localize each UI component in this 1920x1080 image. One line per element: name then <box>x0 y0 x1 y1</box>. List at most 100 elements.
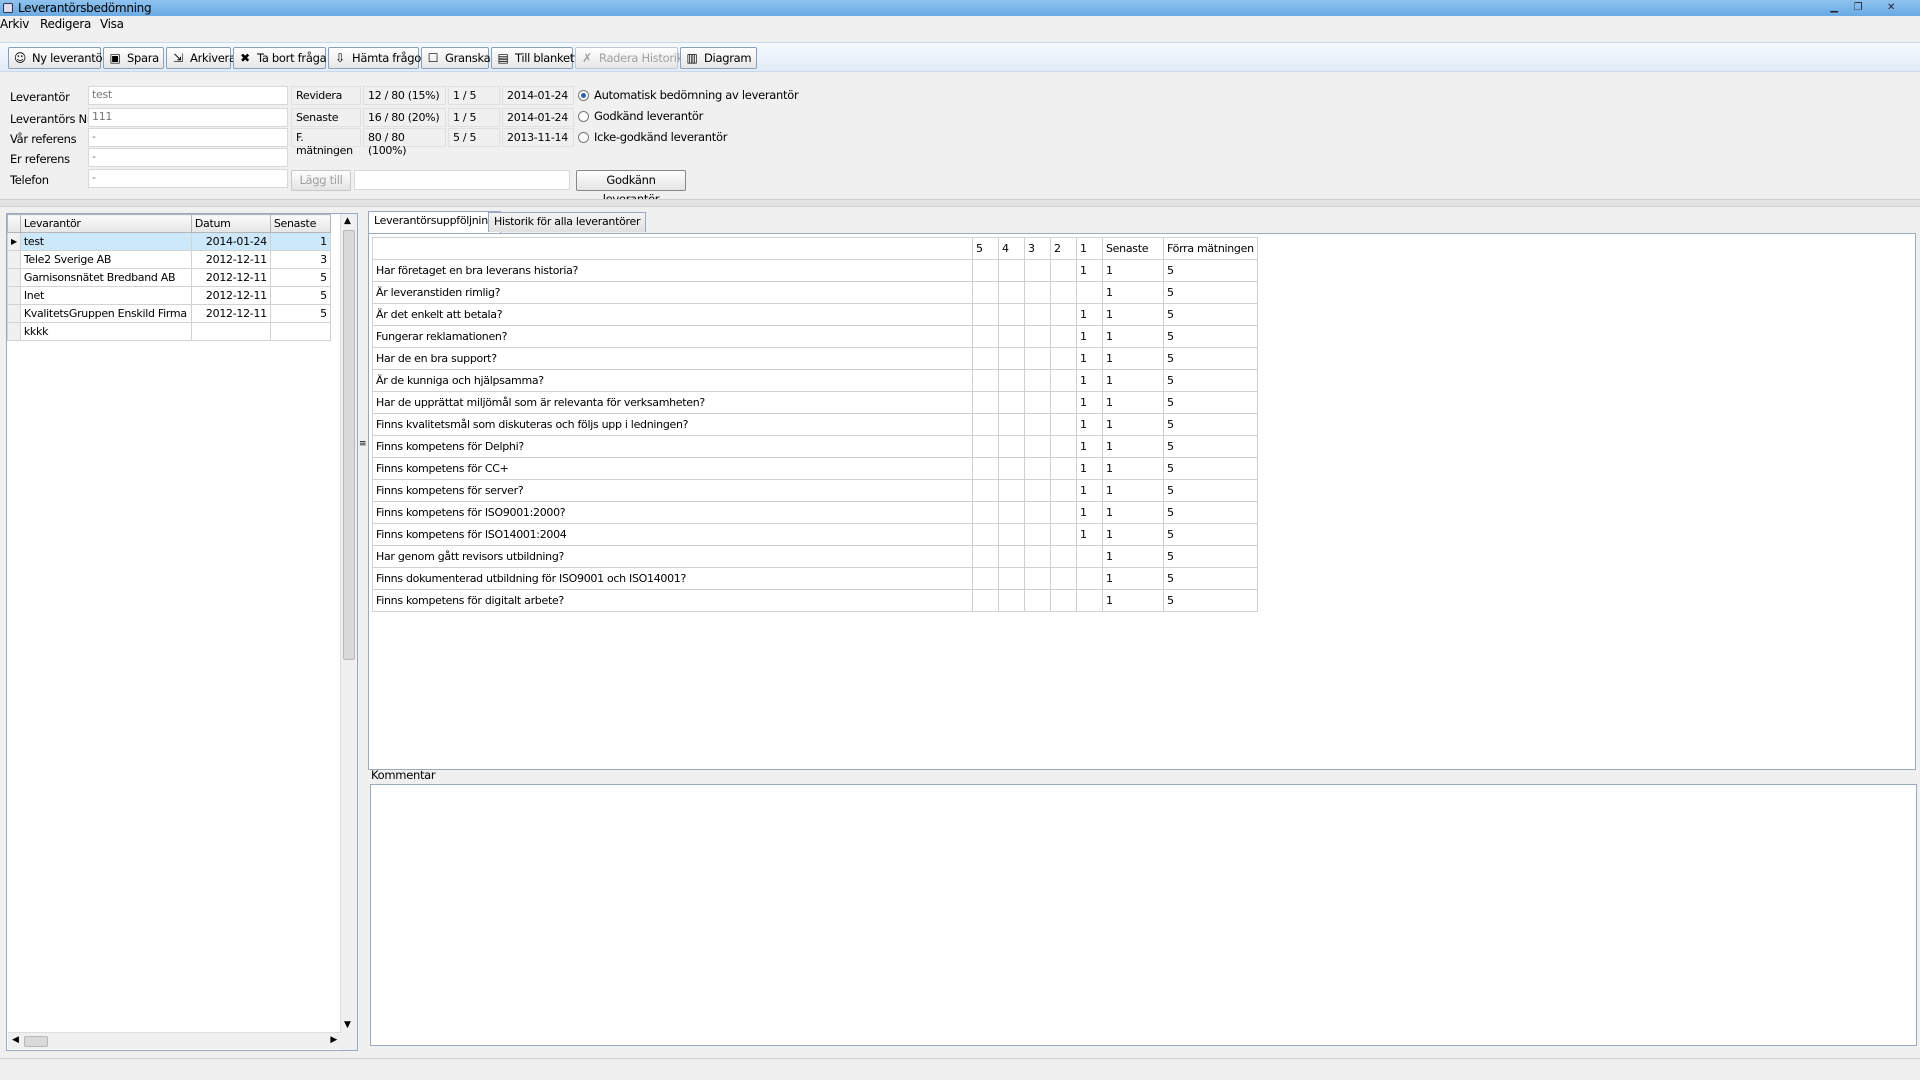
question-score-cell[interactable]: 1 <box>1076 259 1103 282</box>
question-score-cell[interactable]: 5 <box>1163 435 1258 458</box>
question-score-cell[interactable] <box>972 479 999 502</box>
question-score-cell[interactable] <box>998 523 1025 546</box>
question-score-cell[interactable] <box>998 391 1025 414</box>
question-score-cell[interactable]: 5 <box>1163 413 1258 436</box>
radio-button[interactable] <box>578 90 589 101</box>
maximize-button[interactable]: ❐ <box>1847 2 1869 14</box>
question-score-cell[interactable] <box>1050 545 1077 568</box>
approve-supplier-button[interactable]: Godkänn leverantör <box>576 170 686 206</box>
supplier-latest-cell[interactable] <box>269 322 331 341</box>
question-row[interactable]: Är de kunniga och hjälpsamma? 1 1 5 <box>372 369 1258 392</box>
vertical-scrollbar[interactable]: ▲ ▼ <box>340 214 357 1050</box>
question-score-cell[interactable] <box>1050 281 1077 304</box>
ny-leverantör-button[interactable]: ☺ Ny leverantör <box>8 47 107 69</box>
supplier-name-cell[interactable]: test <box>19 232 192 251</box>
scroll-thumb[interactable] <box>343 230 355 660</box>
question-score-cell[interactable]: 1 <box>1076 325 1103 348</box>
question-score-cell[interactable]: 5 <box>1163 325 1258 348</box>
question-score-cell[interactable]: 5 <box>1163 259 1258 282</box>
question-score-cell[interactable]: 1 <box>1102 457 1164 480</box>
question-row[interactable]: Har genom gått revisors utbildning? 1 5 <box>372 545 1258 568</box>
question-row[interactable]: Finns kompetens för digitalt arbete? 1 5 <box>372 589 1258 612</box>
question-col-header[interactable]: 4 <box>998 237 1025 260</box>
question-score-cell[interactable]: 5 <box>1163 281 1258 304</box>
question-score-cell[interactable]: 1 <box>1076 523 1103 546</box>
form-field[interactable]: - <box>88 169 288 188</box>
question-score-cell[interactable]: 1 <box>1076 391 1103 414</box>
question-score-cell[interactable] <box>998 501 1025 524</box>
add-button[interactable]: Lägg till <box>291 170 351 191</box>
question-row[interactable]: Har de upprättat miljömål som är relevan… <box>372 391 1258 414</box>
question-score-cell[interactable] <box>1050 347 1077 370</box>
question-score-cell[interactable] <box>1050 391 1077 414</box>
question-score-cell[interactable] <box>998 281 1025 304</box>
question-score-cell[interactable] <box>1050 369 1077 392</box>
question-score-cell[interactable] <box>1024 589 1051 612</box>
question-score-cell[interactable] <box>1076 589 1103 612</box>
question-col-header[interactable]: 3 <box>1024 237 1051 260</box>
col-header-latest[interactable]: Senaste <box>269 214 331 233</box>
supplier-date-cell[interactable] <box>190 322 271 341</box>
question-score-cell[interactable] <box>1024 369 1051 392</box>
tab-leverantorsuppfoljning[interactable]: Leverantörsuppföljning <box>368 211 501 233</box>
question-score-cell[interactable] <box>1024 479 1051 502</box>
question-score-cell[interactable] <box>1024 413 1051 436</box>
question-score-cell[interactable]: 1 <box>1102 369 1164 392</box>
question-score-cell[interactable]: 5 <box>1163 501 1258 524</box>
question-score-cell[interactable]: 5 <box>1163 589 1258 612</box>
question-score-cell[interactable] <box>1024 567 1051 590</box>
question-row[interactable]: Finns kompetens för Delphi? 1 1 5 <box>372 435 1258 458</box>
col-header-date[interactable]: Datum <box>190 214 271 233</box>
supplier-name-cell[interactable]: KvalitetsGruppen Enskild Firma <box>19 304 192 323</box>
question-score-cell[interactable] <box>1050 457 1077 480</box>
question-col-header[interactable]: 1 <box>1076 237 1103 260</box>
table-row[interactable]: Garnisonsnätet Bredband AB 2012-12-11 5 <box>7 268 331 287</box>
question-score-cell[interactable] <box>998 259 1025 282</box>
form-field[interactable]: 111 <box>88 108 288 127</box>
question-score-cell[interactable] <box>972 457 999 480</box>
question-row[interactable]: Finns kvalitetsmål som diskuteras och fö… <box>372 413 1258 436</box>
question-score-cell[interactable]: 1 <box>1102 435 1164 458</box>
question-score-cell[interactable] <box>1024 303 1051 326</box>
question-score-cell[interactable]: 1 <box>1076 413 1103 436</box>
question-score-cell[interactable] <box>972 303 999 326</box>
panel-splitter[interactable]: ≡ <box>358 213 367 1051</box>
question-score-cell[interactable] <box>972 391 999 414</box>
question-score-cell[interactable]: 5 <box>1163 479 1258 502</box>
question-score-cell[interactable]: 1 <box>1102 523 1164 546</box>
h-scroll-thumb[interactable] <box>24 1036 48 1047</box>
supplier-latest-cell[interactable]: 5 <box>269 286 331 305</box>
supplier-latest-cell[interactable]: 5 <box>269 268 331 287</box>
question-score-cell[interactable] <box>1024 259 1051 282</box>
question-score-cell[interactable] <box>1050 501 1077 524</box>
supplier-date-cell[interactable]: 2012-12-11 <box>190 286 271 305</box>
question-score-cell[interactable]: 1 <box>1102 347 1164 370</box>
question-col-header[interactable]: FRÅGA <box>372 237 973 260</box>
supplier-date-cell[interactable]: 2014-01-24 <box>190 232 271 251</box>
radio-option[interactable]: Godkänd leverantör <box>578 109 778 123</box>
tab-historik[interactable]: Historik för alla leverantörer <box>488 212 647 232</box>
question-score-cell[interactable] <box>1050 325 1077 348</box>
question-score-cell[interactable] <box>1024 545 1051 568</box>
question-score-cell[interactable] <box>998 347 1025 370</box>
question-score-cell[interactable] <box>1050 523 1077 546</box>
question-score-cell[interactable] <box>1076 545 1103 568</box>
table-row[interactable]: Inet 2012-12-11 5 <box>7 286 331 305</box>
question-score-cell[interactable] <box>998 589 1025 612</box>
question-score-cell[interactable]: 5 <box>1163 457 1258 480</box>
question-score-cell[interactable]: 1 <box>1102 589 1164 612</box>
supplier-latest-cell[interactable]: 5 <box>269 304 331 323</box>
question-score-cell[interactable]: 1 <box>1102 259 1164 282</box>
supplier-name-cell[interactable]: Garnisonsnätet Bredband AB <box>19 268 192 287</box>
supplier-date-cell[interactable]: 2012-12-11 <box>190 268 271 287</box>
arkivera-button[interactable]: ⇲ Arkivera <box>166 47 236 69</box>
question-score-cell[interactable] <box>998 567 1025 590</box>
minimize-button[interactable]: ▁ <box>1823 2 1845 14</box>
question-score-cell[interactable] <box>1050 567 1077 590</box>
question-score-cell[interactable]: 1 <box>1076 435 1103 458</box>
question-score-cell[interactable] <box>1050 435 1077 458</box>
question-score-cell[interactable] <box>1050 413 1077 436</box>
col-header-supplier[interactable]: Levarantör <box>19 214 192 233</box>
question-score-cell[interactable] <box>998 369 1025 392</box>
question-score-cell[interactable] <box>1024 523 1051 546</box>
